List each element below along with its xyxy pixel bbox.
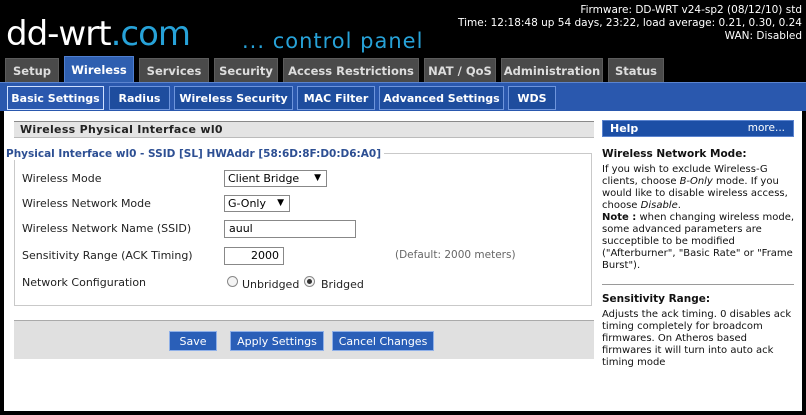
radio-bridged[interactable] [304,276,315,287]
tab-wireless[interactable]: Wireless [64,56,134,82]
help-mode-text-3: . [677,200,681,211]
subtab-radius[interactable]: Radius [109,86,170,110]
tab-status[interactable]: Status [608,58,664,82]
radio-unbridged[interactable] [227,276,238,287]
firmware-version: Firmware: DD-WRT v24-sp2 (08/12/10) std [580,4,802,16]
uptime-load: Time: 12:18:48 up 54 days, 23:22, load a… [458,17,802,29]
interface-legend: Physical Interface wl0 - SSID [SL] HWAdd… [6,148,384,160]
subtab-advanced-settings[interactable]: Advanced Settings [379,86,504,110]
help-title: Help [610,122,639,135]
logo-main: dd-wrt [6,14,112,54]
tab-setup[interactable]: Setup [5,58,59,82]
wireless-mode-label: Wireless Mode [22,172,102,185]
router-status-info: Firmware: DD-WRT v24-sp2 (08/12/10) std … [458,4,802,43]
cancel-changes-button[interactable]: Cancel Changes [332,331,434,351]
logo-suffix: .com [110,14,191,54]
help-mode-heading: Wireless Network Mode: [602,148,747,160]
wireless-mode-select[interactable]: Client Bridge ▼ [224,170,327,187]
main-nav: Setup Wireless Services Security Access … [0,56,806,82]
tab-security[interactable]: Security [214,58,278,82]
button-bar: Save Apply Settings Cancel Changes [14,320,594,359]
help-divider [602,284,794,285]
content-area: Wireless Physical Interface wl0 Physical… [4,111,802,411]
logo[interactable]: dd-wrt.com [6,10,191,54]
sub-nav: Basic Settings Radius Wireless Security … [0,82,806,111]
radio-unbridged-label: Unbridged [242,278,300,291]
help-sensitivity-text: Adjusts the ack timing. 0 disables ack t… [602,309,792,368]
ssid-input[interactable]: auul [224,220,356,238]
subtab-wds[interactable]: WDS [508,86,556,110]
control-panel-subtitle: ... control panel [242,29,424,53]
tab-nat-qos[interactable]: NAT / QoS [424,58,496,82]
sensitivity-default-hint: (Default: 2000 meters) [395,249,516,261]
help-header: Help more... [602,120,794,137]
wireless-mode-value: Client Bridge [228,172,300,185]
header: dd-wrt.com ... control panel Firmware: D… [0,0,806,56]
network-mode-value: G-Only [228,197,266,210]
save-button[interactable]: Save [169,331,217,351]
tab-administration[interactable]: Administration [501,58,603,82]
radio-bridged-label: Bridged [321,278,364,291]
network-mode-label: Wireless Network Mode [22,197,151,210]
apply-settings-button[interactable]: Apply Settings [230,331,324,351]
help-mode-em-1: B-Only [679,176,713,187]
wan-status: WAN: Disabled [724,30,802,42]
subtab-mac-filter[interactable]: MAC Filter [297,86,375,110]
ssid-label: Wireless Network Name (SSID) [22,222,192,235]
tab-services[interactable]: Services [139,58,209,82]
sensitivity-label: Sensitivity Range (ACK Timing) [22,249,193,262]
subtab-wireless-security[interactable]: Wireless Security [174,86,293,110]
dropdown-arrow-icon: ▼ [277,198,284,208]
tab-access-restrictions[interactable]: Access Restrictions [283,58,419,82]
dropdown-arrow-icon: ▼ [314,173,321,183]
help-mode-text: If you wish to exclude Wireless-G client… [602,164,798,272]
sensitivity-input[interactable]: 2000 [224,247,284,265]
section-title: Wireless Physical Interface wl0 [14,121,594,138]
help-sensitivity-heading: Sensitivity Range: [602,293,711,305]
help-mode-em-2: Disable [640,200,678,211]
network-mode-select[interactable]: G-Only ▼ [224,195,290,212]
help-note-label: Note : [602,212,637,223]
subtab-basic-settings[interactable]: Basic Settings [7,86,104,110]
network-config-label: Network Configuration [22,276,147,289]
help-more-link[interactable]: more... [748,121,785,136]
